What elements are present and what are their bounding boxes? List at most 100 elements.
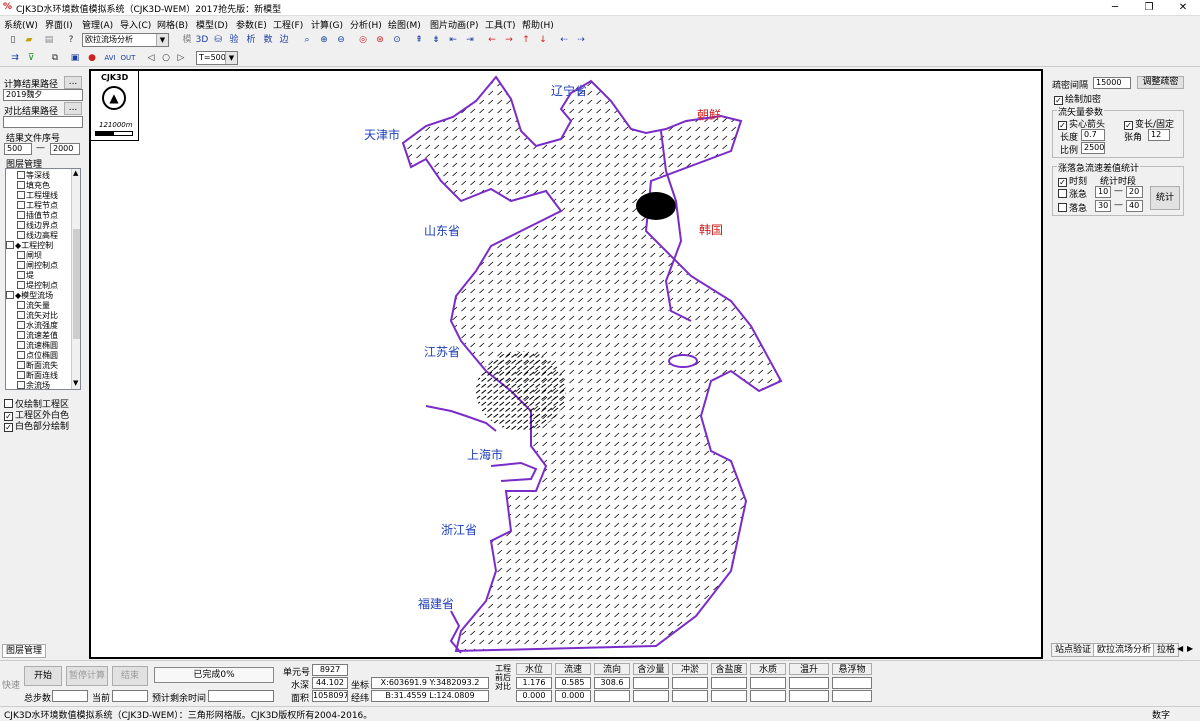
tree-checkbox[interactable] xyxy=(17,381,25,389)
compare-path-browse-button[interactable]: ... xyxy=(64,102,82,115)
tree-checkbox[interactable] xyxy=(17,261,25,269)
image-icon[interactable]: ▣ xyxy=(68,51,82,65)
tab-layer-mgmt[interactable]: 图层管理 xyxy=(2,644,46,658)
toolbar-btn-data[interactable]: 数 xyxy=(261,33,275,47)
arrow-down-icon[interactable]: ↓ xyxy=(536,33,550,47)
tree-checkbox[interactable] xyxy=(17,311,25,319)
tree-checkbox[interactable] xyxy=(6,241,14,249)
copy-icon[interactable]: ⧉ xyxy=(48,51,62,65)
tree-checkbox[interactable] xyxy=(17,191,25,199)
angle-input[interactable]: 12 xyxy=(1148,129,1170,141)
file-seq-from-input[interactable]: 500 xyxy=(4,143,32,155)
tree-checkbox[interactable] xyxy=(17,171,25,179)
checkbox-checked[interactable]: ✓ xyxy=(1054,96,1063,105)
tab-site-verify[interactable]: 站点验证 xyxy=(1051,643,1096,657)
menu-animation[interactable]: 图片动画(P) xyxy=(430,18,478,31)
tree-checkbox[interactable] xyxy=(17,221,25,229)
time-select[interactable]: T=500 ▼ xyxy=(196,51,238,65)
tree-item[interactable]: 线边界点 xyxy=(9,221,58,231)
ebb-option[interactable]: 落急 xyxy=(1058,201,1087,214)
toolbar-btn-layers[interactable]: ⛁ xyxy=(211,33,225,47)
scroll-thumb[interactable] xyxy=(73,229,80,339)
play-back-icon[interactable]: ◁ xyxy=(144,51,158,65)
filter-icon[interactable]: ⊽ xyxy=(24,51,38,65)
tree-item[interactable]: 工程埋线 xyxy=(9,191,58,201)
tree-item[interactable]: 断面连线 xyxy=(9,371,58,381)
menu-manage[interactable]: 管理(A) xyxy=(82,18,113,31)
stats-button[interactable]: 统计 xyxy=(1150,186,1180,210)
tree-item[interactable]: 流速椭圆 xyxy=(9,341,58,351)
tree-checkbox[interactable] xyxy=(17,181,25,189)
stop-icon[interactable]: ○ xyxy=(159,51,173,65)
menu-draw[interactable]: 绘图(M) xyxy=(388,18,421,31)
menu-compute[interactable]: 计算(G) xyxy=(311,18,343,31)
checkbox[interactable] xyxy=(1058,203,1067,212)
calc-path-input[interactable]: 2019魏夕 xyxy=(3,89,83,101)
tree-item[interactable]: 流矢对比 xyxy=(9,311,58,321)
print-icon[interactable]: ▤ xyxy=(42,33,56,47)
tree-checkbox[interactable] xyxy=(17,341,25,349)
zoom-extent-icon[interactable]: ⊙ xyxy=(390,33,404,47)
toolbar-btn-boundary[interactable]: 边 xyxy=(277,33,291,47)
tab-scroll-left-icon[interactable]: ◀ xyxy=(1177,644,1183,653)
tree-checkbox[interactable] xyxy=(17,211,25,219)
zoom-in-icon[interactable]: ⊕ xyxy=(317,33,331,47)
tree-item[interactable]: 余流场 xyxy=(9,381,50,389)
compare-path-input[interactable] xyxy=(3,116,83,128)
new-file-icon[interactable]: ▯ xyxy=(6,33,20,47)
tree-item[interactable]: 线边高程 xyxy=(9,231,58,241)
flood-from-input[interactable]: 10 xyxy=(1095,186,1111,198)
menu-tools[interactable]: 工具(T) xyxy=(485,18,516,31)
tree-checkbox[interactable] xyxy=(17,231,25,239)
open-folder-icon[interactable]: ▰ xyxy=(22,33,36,47)
ebb-from-input[interactable]: 30 xyxy=(1095,200,1111,212)
tree-item[interactable]: 点位椭圆 xyxy=(9,351,58,361)
step-back-icon[interactable]: ⇠ xyxy=(557,33,571,47)
adjust-density-button[interactable]: 调整疏密 xyxy=(1137,76,1184,89)
menu-help[interactable]: 帮助(H) xyxy=(522,18,554,31)
arrow-right-icon[interactable]: → xyxy=(502,33,516,47)
pan-down-icon[interactable]: ⇟ xyxy=(429,33,443,47)
out-button[interactable]: OUT xyxy=(120,51,136,65)
menu-params[interactable]: 参数(E) xyxy=(236,18,267,31)
ebb-to-input[interactable]: 40 xyxy=(1126,200,1143,212)
layer-tree[interactable]: 等深线 填充色 工程埋线 工程节点 插值节点 线边界点 线边高程 ◆工程控制 闸… xyxy=(5,168,81,390)
density-input[interactable]: 15000 xyxy=(1093,77,1131,89)
pause-button[interactable]: 暂停计算 xyxy=(66,666,108,686)
tree-group[interactable]: ◆模型流场 xyxy=(6,291,53,301)
menu-interface[interactable]: 界面(I) xyxy=(45,18,73,31)
zoom-out-icon[interactable]: ⊖ xyxy=(334,33,348,47)
tree-checkbox[interactable] xyxy=(17,271,25,279)
end-button[interactable]: 结束 xyxy=(112,666,148,686)
pan-up-icon[interactable]: ⇞ xyxy=(412,33,426,47)
zoom-all-icon[interactable]: ⊛ xyxy=(373,33,387,47)
tree-checkbox[interactable] xyxy=(17,331,25,339)
tree-item[interactable]: 等深线 xyxy=(9,171,50,181)
option-draw-white[interactable]: ✓ 白色部分绘制 xyxy=(4,419,69,432)
checkbox[interactable] xyxy=(4,399,13,408)
scroll-up-icon[interactable]: ▲ xyxy=(73,169,78,177)
tree-checkbox[interactable] xyxy=(17,321,25,329)
tree-item[interactable]: 流速差值 xyxy=(9,331,58,341)
tree-item[interactable]: 堤控制点 xyxy=(9,281,58,291)
tree-checkbox[interactable] xyxy=(17,371,25,379)
play-icon[interactable]: ▷ xyxy=(174,51,188,65)
tree-item[interactable]: 闸控制点 xyxy=(9,261,58,271)
scale-input[interactable]: 25000 xyxy=(1081,142,1105,154)
arrow-up-icon[interactable]: ↑ xyxy=(519,33,533,47)
menu-model[interactable]: 模型(D) xyxy=(196,18,228,31)
tree-item[interactable]: 闸坝 xyxy=(9,251,42,261)
tree-checkbox[interactable] xyxy=(17,351,25,359)
checkbox-checked[interactable]: ✓ xyxy=(1058,178,1067,187)
scroll-down-icon[interactable]: ▼ xyxy=(73,379,78,387)
tree-checkbox[interactable] xyxy=(17,251,25,259)
tree-item[interactable]: 插值节点 xyxy=(9,211,58,221)
file-seq-to-input[interactable]: 2000 xyxy=(50,143,80,155)
menu-grid[interactable]: 网格(B) xyxy=(157,18,188,31)
toolbar-btn-verify[interactable]: 验 xyxy=(227,33,241,47)
record-icon[interactable]: ● xyxy=(85,51,99,65)
zoom-window-icon[interactable]: ⌕ xyxy=(300,33,314,47)
menu-import[interactable]: 导入(C) xyxy=(120,18,151,31)
close-button[interactable]: ✕ xyxy=(1166,0,1200,16)
tree-checkbox[interactable] xyxy=(17,281,25,289)
